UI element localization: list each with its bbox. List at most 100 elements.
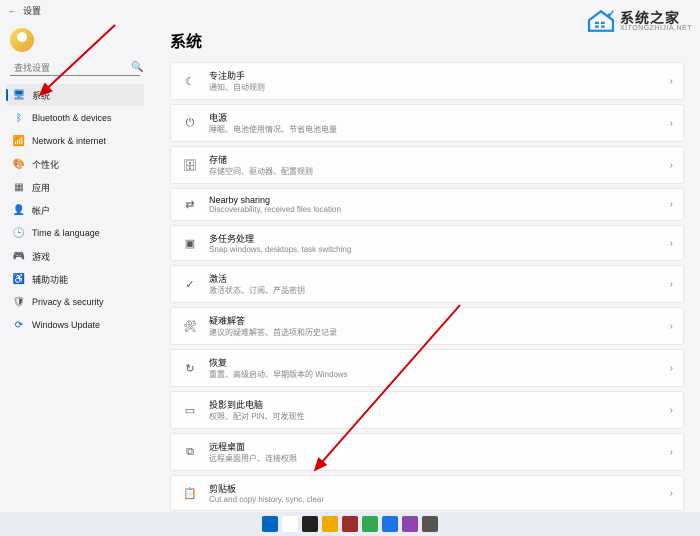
setting-item-10[interactable]: 📋剪贴板Cut and copy history, sync, clear› <box>170 475 684 511</box>
setting-icon: ✓ <box>181 275 199 293</box>
setting-icon: 🗄 <box>181 156 199 174</box>
nav-icon: 🕒 <box>12 226 26 240</box>
nav-label: Bluetooth & devices <box>32 113 112 123</box>
setting-text: 电源睡眠、电池使用情况、节省电池电量 <box>209 111 670 135</box>
chevron-right-icon: › <box>670 447 673 458</box>
setting-icon: 📋 <box>181 484 199 502</box>
setting-title: 恢复 <box>209 356 670 369</box>
setting-item-5[interactable]: ✓ 激活激活状态、订阅、产品密钥› <box>170 265 684 303</box>
taskbar-icon-4[interactable] <box>342 516 358 532</box>
nav-list: 🖥系统ᛒBluetooth & devices 📶 Network & intern… <box>6 84 144 336</box>
setting-title: 电源 <box>209 111 670 124</box>
house-icon <box>586 8 616 34</box>
nav-item-4[interactable]: ▦ 应用 <box>6 176 144 198</box>
chevron-right-icon: › <box>670 363 673 374</box>
watermark-title: 系统之家 <box>620 11 692 25</box>
setting-item-4[interactable]: ▣ 多任务处理Snap windows, desktops, task switc… <box>170 225 684 261</box>
setting-desc: 存储空间、驱动器、配置规则 <box>209 166 670 177</box>
setting-icon: ☾ <box>181 72 199 90</box>
content-area: 🔍 🖥系统ᛒBluetooth & devices 📶 Network & inte… <box>0 20 700 536</box>
nav-item-10[interactable]: ⟳Windows Update <box>6 314 144 336</box>
setting-item-8[interactable]: ▭ 投影到此电脑权限、配对 PIN、可发现性› <box>170 391 684 429</box>
taskbar-icon-1[interactable] <box>282 516 298 532</box>
setting-item-9[interactable]: ⧉远程桌面远程桌面用户、连接权限› <box>170 433 684 471</box>
setting-desc: 通知、自动规则 <box>209 82 670 93</box>
nav-icon: 📶 <box>12 134 26 148</box>
setting-icon: ▣ <box>181 234 199 252</box>
setting-desc: Discoverability, received files location <box>209 205 670 214</box>
setting-item-1[interactable]: ⏻ 电源睡眠、电池使用情况、节省电池电量› <box>170 104 684 142</box>
nav-label: 游戏 <box>32 250 50 263</box>
nav-label: Time & language <box>32 228 100 238</box>
taskbar-icon-8[interactable] <box>422 516 438 532</box>
avatar[interactable] <box>10 28 34 52</box>
taskbar-icon-7[interactable] <box>402 516 418 532</box>
setting-item-7[interactable]: ↻恢复重置、高级启动、早期版本的 Windows› <box>170 349 684 387</box>
search-input[interactable] <box>14 63 131 73</box>
setting-icon: ⏻ <box>181 114 199 132</box>
setting-text: 远程桌面远程桌面用户、连接权限 <box>209 440 670 464</box>
back-arrow-icon[interactable]: ← <box>8 5 17 15</box>
chevron-right-icon: › <box>670 488 673 499</box>
chevron-right-icon: › <box>670 118 673 129</box>
settings-window: ← 设置 🔍 🖥系统ᛒBluetooth & devices📶Network &… <box>0 0 700 536</box>
chevron-right-icon: › <box>670 76 673 87</box>
search-box[interactable]: 🔍 <box>10 60 140 76</box>
setting-item-6[interactable]: 🛠疑难解答建议的疑难解答、首选项和历史记录› <box>170 307 684 345</box>
setting-item-2[interactable]: 🗄 存储存储空间、驱动器、配置规则› <box>170 146 684 184</box>
setting-title: 投影到此电脑 <box>209 398 670 411</box>
taskbar-icon-0[interactable] <box>262 516 278 532</box>
setting-item-3[interactable]: ⇄ Nearby sharingDiscoverability, received… <box>170 188 684 221</box>
nav-label: Privacy & security <box>32 297 104 307</box>
nav-icon: ▦ <box>12 180 26 194</box>
nav-item-1[interactable]: ᛒBluetooth & devices <box>6 107 144 129</box>
taskbar[interactable] <box>0 512 700 536</box>
nav-item-0[interactable]: 🖥系统 <box>6 84 144 106</box>
nav-item-3[interactable]: 🎨个性化 <box>6 153 144 175</box>
sidebar: 🔍 🖥系统ᛒBluetooth & devices 📶 Network & inte… <box>0 20 150 536</box>
setting-desc: 睡眠、电池使用情况、节省电池电量 <box>209 124 670 135</box>
nav-item-2[interactable]: 📶 Network & internet <box>6 130 144 152</box>
nav-item-6[interactable]: 🕒 Time & language <box>6 222 144 244</box>
chevron-right-icon: › <box>670 405 673 416</box>
setting-desc: 建议的疑难解答、首选项和历史记录 <box>209 327 670 338</box>
setting-desc: 权限、配对 PIN、可发现性 <box>209 411 670 422</box>
setting-desc: Snap windows, desktops, task switching <box>209 245 670 254</box>
setting-icon: ⇄ <box>181 196 199 214</box>
setting-text: Nearby sharingDiscoverability, received … <box>209 195 670 214</box>
setting-item-0[interactable]: ☾ 专注助手通知、自动规则› <box>170 62 684 100</box>
nav-item-7[interactable]: 🎮 游戏 <box>6 245 144 267</box>
setting-text: 激活激活状态、订阅、产品密钥 <box>209 272 670 296</box>
chevron-right-icon: › <box>670 238 673 249</box>
search-icon: 🔍 <box>131 62 143 73</box>
nav-label: 应用 <box>32 181 50 194</box>
chevron-right-icon: › <box>670 199 673 210</box>
setting-text: 多任务处理Snap windows, desktops, task switch… <box>209 232 670 254</box>
watermark: 系统之家 XITONGZHIJIA.NET <box>586 8 692 34</box>
nav-icon: ♿ <box>12 272 26 286</box>
nav-label: 个性化 <box>32 158 59 171</box>
taskbar-icon-2[interactable] <box>302 516 318 532</box>
chevron-right-icon: › <box>670 321 673 332</box>
setting-title: 存储 <box>209 153 670 166</box>
taskbar-icon-6[interactable] <box>382 516 398 532</box>
setting-text: 专注助手通知、自动规则 <box>209 69 670 93</box>
nav-label: Network & internet <box>32 136 106 146</box>
nav-item-9[interactable]: 🛡Privacy & security <box>6 291 144 313</box>
setting-icon: 🛠 <box>181 317 199 335</box>
chevron-right-icon: › <box>670 279 673 290</box>
chevron-right-icon: › <box>670 160 673 171</box>
setting-text: 投影到此电脑权限、配对 PIN、可发现性 <box>209 398 670 422</box>
nav-item-8[interactable]: ♿辅助功能 <box>6 268 144 290</box>
nav-icon: 🎮 <box>12 249 26 263</box>
setting-icon: ▭ <box>181 401 199 419</box>
nav-item-5[interactable]: 👤 帐户 <box>6 199 144 221</box>
setting-title: Nearby sharing <box>209 195 670 205</box>
setting-title: 多任务处理 <box>209 232 670 245</box>
setting-desc: Cut and copy history, sync, clear <box>209 495 670 504</box>
setting-title: 远程桌面 <box>209 440 670 453</box>
nav-icon: 👤 <box>12 203 26 217</box>
taskbar-icon-3[interactable] <box>322 516 338 532</box>
nav-label: 帐户 <box>32 204 50 217</box>
taskbar-icon-5[interactable] <box>362 516 378 532</box>
